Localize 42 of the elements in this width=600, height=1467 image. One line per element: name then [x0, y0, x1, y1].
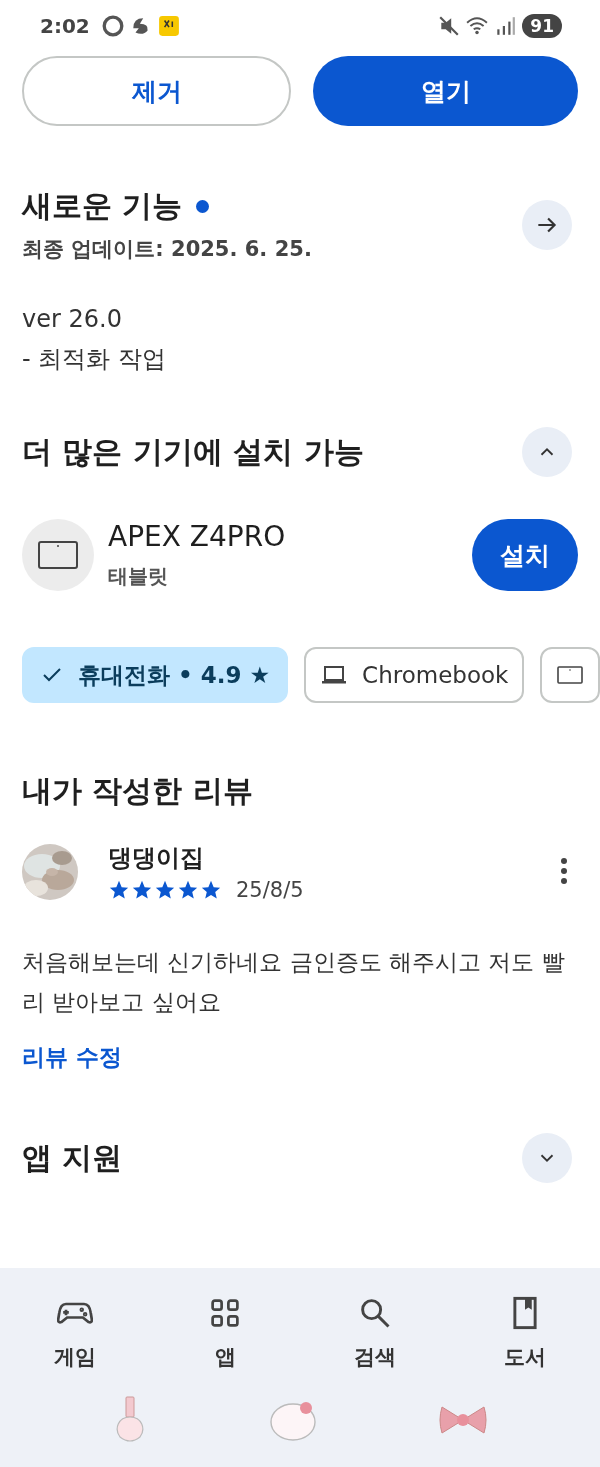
- nav-item[interactable]: 도서: [450, 1268, 600, 1390]
- remove-button[interactable]: 제거: [22, 56, 291, 126]
- battery-level: 91: [522, 14, 562, 38]
- review-date: 25/8/5: [236, 878, 304, 902]
- update-date: 최종 업데이트: 2025. 6. 25.: [22, 236, 312, 263]
- device-chip[interactable]: [540, 647, 600, 703]
- expand-button[interactable]: [522, 1133, 572, 1183]
- notification-icon: [157, 15, 180, 37]
- bow-icon[interactable]: [438, 1403, 488, 1437]
- star-icon: [131, 879, 153, 901]
- wifi-icon: [466, 15, 489, 37]
- open-button[interactable]: 열기: [313, 56, 578, 126]
- device-type: 태블릿: [108, 563, 169, 590]
- device-chip[interactable]: 휴대전화 • 4.9 ★: [22, 647, 289, 703]
- device-chip[interactable]: Chromebook: [304, 647, 525, 703]
- section-title: 더 많은 기기에 설치 가능: [22, 432, 364, 471]
- nav-item[interactable]: 게임: [0, 1268, 150, 1390]
- reviewer-name: 댕댕이집: [108, 843, 205, 874]
- review-text: 처음해보는데 신기하네요 금인증도 해주시고 저도 빨리 받아보고 싶어요: [22, 948, 566, 1017]
- section-title: 새로운 기능: [22, 187, 183, 225]
- section-title: 앱 지원: [22, 1138, 123, 1177]
- install-button[interactable]: 설치: [472, 519, 578, 591]
- device-name: APEX Z4PRO: [108, 520, 287, 553]
- arrow-button[interactable]: [522, 199, 572, 250]
- more-icon: [560, 856, 568, 885]
- star-icon: [154, 879, 176, 901]
- star-icon: [200, 879, 222, 901]
- notification-icon: [101, 15, 124, 37]
- laptop-icon: [320, 663, 349, 687]
- mute-icon: [438, 15, 461, 37]
- star-icon: [177, 879, 199, 901]
- nav-item[interactable]: 앱: [150, 1268, 300, 1390]
- section-title: 내가 작성한 리뷰: [22, 772, 253, 810]
- release-note: - 최적화 작업: [22, 344, 167, 375]
- nav-item[interactable]: 검색: [300, 1268, 450, 1390]
- status-time: 2:02: [40, 14, 90, 38]
- star-icon: [108, 879, 130, 901]
- signal-icon: [494, 15, 517, 37]
- tablet-icon: [556, 663, 585, 687]
- edit-review-link[interactable]: 리뷰 수정: [22, 1042, 122, 1073]
- release-note: ver 26.0: [22, 305, 123, 333]
- collapse-button[interactable]: [522, 427, 572, 477]
